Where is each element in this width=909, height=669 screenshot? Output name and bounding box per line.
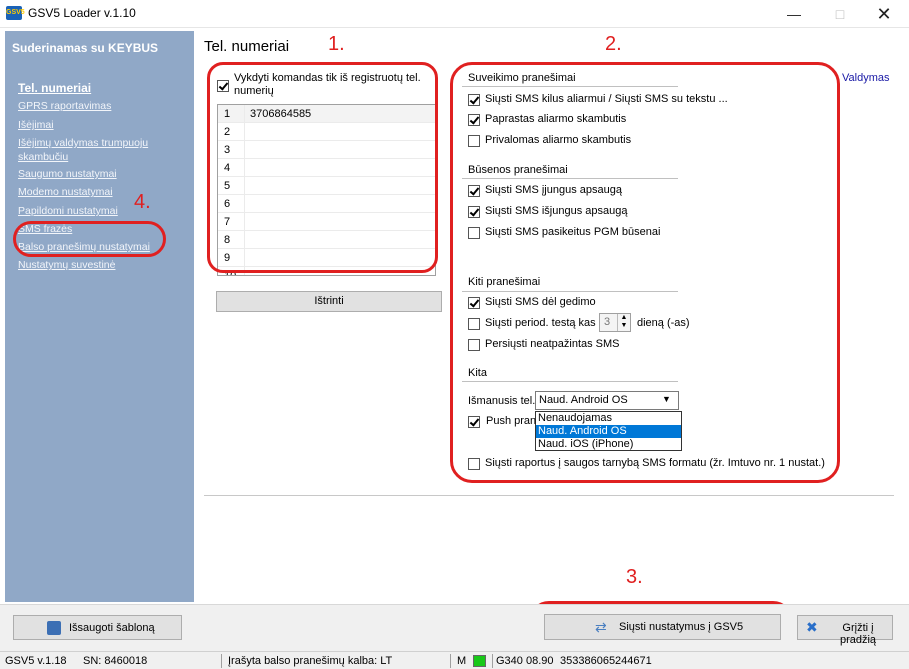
save-template-label: Išsaugoti šabloną: [69, 622, 155, 634]
delete-button[interactable]: Ištrinti: [216, 291, 442, 312]
cross-icon: ✖: [806, 619, 818, 635]
minimize-icon[interactable]: —: [771, 0, 817, 28]
status-bar: GSV5 v.1.18 SN: 8460018 Įrašyta balso pr…: [0, 651, 909, 669]
page-title: Tel. numeriai: [204, 38, 290, 55]
mode-indicator: M: [457, 655, 467, 667]
annotation-number-2: 2.: [605, 33, 622, 55]
send-settings-label: Siųsti nustatymus į GSV5: [619, 621, 744, 633]
sidebar-item-outputs-short-call[interactable]: Išėjimų valdymas trumpuoju skambučiu: [18, 136, 168, 164]
voice-language: Įrašyta balso pranešimų kalba: LT: [228, 655, 393, 667]
status-divider: [492, 654, 493, 668]
sidebar: Suderinamas su KEYBUS Tel. numeriai GPRS…: [5, 31, 194, 602]
sidebar-title: Suderinamas su KEYBUS: [12, 41, 159, 55]
window-title: GSV5 Loader v.1.10: [28, 6, 136, 20]
annotation-box-4: [13, 221, 166, 257]
control-link[interactable]: Valdymas: [842, 72, 889, 84]
annotation-number-1: 1.: [328, 33, 345, 55]
annotation-box-1: [207, 62, 438, 273]
annotation-number-3: 3.: [626, 566, 643, 588]
serial-number: SN: 8460018: [83, 655, 148, 667]
sidebar-item-gprs-reporting[interactable]: GPRS raportavimas: [18, 99, 111, 113]
close-icon[interactable]: ✕: [861, 0, 907, 28]
sidebar-item-modem-settings[interactable]: Modemo nustatymai: [18, 185, 113, 199]
imei: 353386065244671: [560, 655, 652, 667]
annotation-box-2: [450, 62, 840, 483]
status-divider: [221, 654, 222, 668]
sidebar-item-security-settings[interactable]: Saugumo nustatymai: [18, 167, 117, 181]
content-divider: [204, 495, 894, 496]
app-icon: GSV5: [6, 6, 25, 20]
back-home-label: Grįžti į pradžią: [839, 622, 877, 646]
status-divider: [450, 654, 451, 668]
transfer-arrows-icon: ⇄: [595, 619, 607, 635]
maximize-icon: □: [835, 6, 845, 22]
connection-status-icon: [473, 655, 486, 667]
sidebar-item-additional-settings[interactable]: Papildomi nustatymai: [18, 204, 118, 218]
floppy-disk-icon: [47, 621, 61, 635]
module-version: G340 08.90: [496, 655, 554, 667]
title-bar: GSV5 GSV5 Loader v.1.10 — □ ✕: [0, 0, 909, 28]
send-settings-button[interactable]: ⇄ Siųsti nustatymus į GSV5: [544, 614, 781, 640]
sidebar-item-phone-numbers[interactable]: Tel. numeriai: [18, 81, 91, 95]
annotation-number-4: 4.: [134, 191, 151, 213]
back-home-button[interactable]: ✖ Grįžti į pradžią: [797, 615, 893, 646]
sidebar-item-outputs[interactable]: Išėjimai: [18, 118, 54, 132]
sidebar-item-settings-summary[interactable]: Nustatymų suvestinė: [18, 258, 115, 272]
save-template-button[interactable]: Išsaugoti šabloną: [13, 615, 182, 640]
app-version: GSV5 v.1.18: [5, 655, 67, 667]
